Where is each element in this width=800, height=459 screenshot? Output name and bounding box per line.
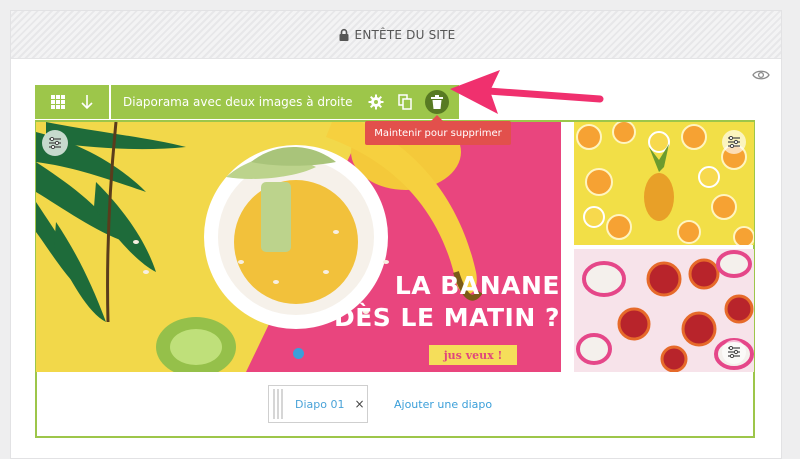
- slide-settings-icon[interactable]: [42, 130, 68, 156]
- block-toolbar-main: Diaporama avec deux images à droite: [111, 85, 459, 119]
- slide-pagination-dot[interactable]: [293, 348, 304, 359]
- arrow-down-icon[interactable]: [78, 93, 96, 111]
- grid-icon[interactable]: [49, 93, 67, 111]
- block-toolbar-left: [35, 85, 109, 119]
- block-toolbar: Diaporama avec deux images à droite: [35, 85, 459, 119]
- lock-icon: [339, 28, 349, 41]
- gear-icon[interactable]: [367, 93, 385, 111]
- site-header: ENTÊTE DU SITE: [11, 11, 781, 59]
- slide-tab-label[interactable]: Diapo 01: [295, 398, 344, 411]
- slide-tab[interactable]: Diapo 01 ×: [268, 385, 368, 423]
- site-header-label: ENTÊTE DU SITE: [354, 27, 456, 42]
- main-slide-image[interactable]: [36, 122, 561, 372]
- duplicate-icon[interactable]: [396, 93, 414, 111]
- slide-headline-line2: DÈS LE MATIN ?: [333, 303, 560, 332]
- side-bottom-settings-icon[interactable]: [722, 340, 746, 364]
- delete-tooltip: Maintenir pour supprimer: [365, 115, 511, 145]
- block-title: Diaporama avec deux images à droite: [123, 95, 353, 109]
- slide-cta-label: jus veux !: [429, 345, 517, 365]
- block-actions: [367, 90, 449, 114]
- annotation-arrow: [450, 70, 604, 114]
- eye-icon[interactable]: [752, 68, 770, 82]
- drag-handle-icon[interactable]: [273, 389, 283, 419]
- add-slide-link[interactable]: Ajouter une diapo: [394, 398, 492, 411]
- slide-tabs: Diapo 01 × Ajouter une diapo: [268, 385, 492, 423]
- slide-headline-line1: LA BANANE: [394, 271, 560, 300]
- trash-icon[interactable]: [425, 90, 449, 114]
- side-top-settings-icon[interactable]: [722, 130, 746, 154]
- close-icon[interactable]: ×: [354, 397, 364, 411]
- slide-headline: LA BANANE DÈS LE MATIN ?: [330, 270, 560, 334]
